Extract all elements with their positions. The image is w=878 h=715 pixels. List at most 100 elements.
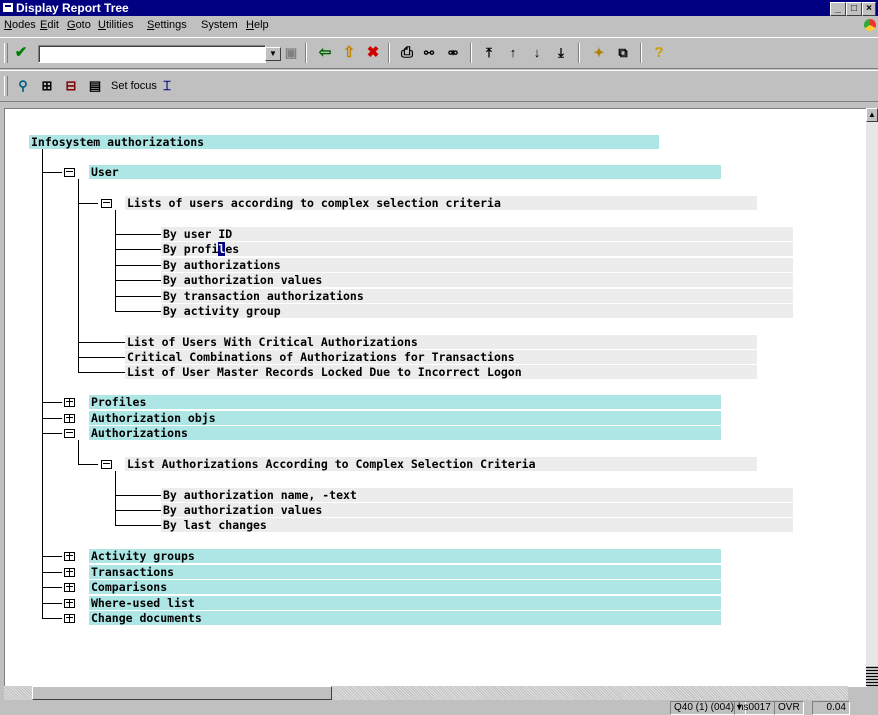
tree-node-critical-combinations[interactable]: Critical Combinations of Authorizations …: [125, 350, 757, 364]
print-icon[interactable]: ⎙: [398, 44, 416, 62]
expand-subtree-icon[interactable]: ⊞: [38, 77, 56, 95]
menu-nodes[interactable]: Nodes: [4, 19, 36, 31]
sap-logo-icon: [864, 19, 876, 31]
folder-open-icon[interactable]: [64, 168, 75, 177]
previous-page-icon[interactable]: ↑: [504, 44, 522, 62]
menu-utilities[interactable]: Utilities: [98, 19, 133, 31]
toolbar-grip[interactable]: [4, 43, 8, 63]
tree-node-by-transaction-authorizations[interactable]: By transaction authorizations: [161, 289, 793, 303]
create-shortcut-icon[interactable]: ⧉: [614, 44, 632, 62]
tree-node-by-authorizations[interactable]: By authorizations: [161, 258, 793, 272]
help-icon[interactable]: ?: [650, 44, 668, 62]
tree-node-by-user-id[interactable]: By user ID: [161, 227, 793, 241]
toolbar-separator: [578, 43, 580, 63]
server-field: hs0017: [734, 701, 775, 715]
save-icon[interactable]: ▣: [282, 44, 300, 62]
tree-node-profiles[interactable]: Profiles: [89, 395, 721, 409]
variants-icon[interactable]: ▤: [86, 77, 104, 95]
collapse-subtree-icon[interactable]: ⊟: [62, 77, 80, 95]
folder-closed-icon[interactable]: [64, 414, 75, 423]
create-session-icon[interactable]: ✦: [590, 44, 608, 62]
last-page-icon[interactable]: ⤓: [552, 44, 570, 62]
maximize-button[interactable]: □: [846, 2, 862, 16]
tree-line: [115, 234, 163, 235]
folder-closed-icon[interactable]: [64, 398, 75, 407]
tree-node-by-activity-group[interactable]: By activity group: [161, 304, 793, 318]
scroll-grip-icon[interactable]: [866, 666, 878, 686]
next-page-icon[interactable]: ↓: [528, 44, 546, 62]
find-next-icon[interactable]: ⚮: [444, 44, 462, 62]
tree-line: [78, 440, 79, 464]
window-title: Display Report Tree: [16, 1, 129, 15]
tree-line: [42, 149, 43, 619]
tree-node-critical-auth[interactable]: List of Users With Critical Authorizatio…: [125, 335, 757, 349]
horizontal-scrollbar[interactable]: [4, 686, 848, 700]
tree-node-comparisons[interactable]: Comparisons: [89, 580, 721, 594]
tree-node-list-auth-complex[interactable]: List Authorizations According to Complex…: [125, 457, 757, 471]
status-bar: Q40 (1) (004) ▾ hs0017 OVR 0.04: [0, 700, 878, 715]
close-window-button[interactable]: ×: [862, 2, 876, 16]
tree-node-by-last-changes[interactable]: By last changes: [161, 518, 793, 532]
exit-icon[interactable]: ⇧: [340, 44, 358, 62]
horizontal-scroll-thumb[interactable]: [32, 686, 332, 700]
sap-window-icon[interactable]: [3, 3, 13, 12]
folder-closed-icon[interactable]: [64, 583, 75, 592]
menu-help[interactable]: Help: [246, 19, 269, 31]
execute-report-icon[interactable]: ⚲: [14, 77, 32, 95]
tree-line: [78, 342, 126, 343]
tree-line: [115, 495, 163, 496]
tree-node-lists-complex[interactable]: Lists of users according to complex sele…: [125, 196, 757, 210]
tree-node-authorization-objs[interactable]: Authorization objs: [89, 411, 721, 425]
folder-closed-icon[interactable]: [64, 614, 75, 623]
menu-utilities-mnemonic: U: [98, 19, 106, 31]
folder-closed-icon[interactable]: [64, 552, 75, 561]
menu-system[interactable]: System: [201, 19, 238, 31]
report-tree[interactable]: Infosystem authorizations User Lists of …: [4, 108, 867, 687]
find-icon[interactable]: ⚯: [420, 44, 438, 62]
tree-node-by-profiles[interactable]: By profiles: [161, 242, 793, 256]
tree-line: [78, 372, 126, 373]
folder-open-icon[interactable]: [101, 460, 112, 469]
tree-line: [42, 433, 62, 434]
set-focus-button[interactable]: Set focus: [111, 80, 157, 92]
toolbar-separator: [640, 43, 642, 63]
window-title-bar[interactable]: Display Report Tree _ □ ×: [0, 0, 878, 16]
vertical-scrollbar[interactable]: ▲: [866, 108, 878, 686]
back-icon[interactable]: ⇦: [316, 44, 334, 62]
tree-node-transactions[interactable]: Transactions: [89, 565, 721, 579]
tree-node-by-auth-values[interactable]: By authorization values: [161, 503, 793, 517]
folder-open-icon[interactable]: [101, 199, 112, 208]
menu-goto-label: oto: [75, 19, 91, 31]
enter-check-icon[interactable]: ✔: [12, 44, 30, 62]
tree-node-locked-users[interactable]: List of User Master Records Locked Due t…: [125, 365, 757, 379]
tree-node-root[interactable]: Infosystem authorizations: [29, 135, 659, 149]
tree-node-user[interactable]: User: [89, 165, 721, 179]
tree-node-change-documents[interactable]: Change documents: [89, 611, 721, 625]
application-toolbar: ⚲ ⊞ ⊟ ▤ Set focus ⌶: [0, 70, 878, 102]
menu-edit[interactable]: Edit: [40, 19, 59, 31]
tree-node-where-used[interactable]: Where-used list: [89, 596, 721, 610]
tree-node-activity-groups[interactable]: Activity groups: [89, 549, 721, 563]
toolbar-grip[interactable]: [4, 76, 8, 96]
insert-mode-field: OVR: [774, 701, 804, 715]
tree-line: [115, 249, 163, 250]
menu-goto[interactable]: Goto: [67, 19, 91, 31]
command-field-dropdown-icon[interactable]: ▼: [265, 47, 281, 61]
tree-node-by-auth-name[interactable]: By authorization name, -text: [161, 488, 793, 502]
first-page-icon[interactable]: ⤒: [480, 44, 498, 62]
tree-line: [115, 525, 163, 526]
command-field[interactable]: ▼: [38, 45, 281, 63]
minimize-button[interactable]: _: [830, 2, 846, 16]
menu-settings-label: ettings: [154, 19, 187, 31]
folder-open-icon[interactable]: [64, 429, 75, 438]
cancel-icon[interactable]: ✖: [364, 44, 382, 62]
scroll-up-icon[interactable]: ▲: [866, 108, 878, 122]
folder-closed-icon[interactable]: [64, 568, 75, 577]
tree-line: [115, 296, 163, 297]
menu-settings[interactable]: Settings: [147, 19, 187, 31]
tree-line: [42, 556, 62, 557]
tree-node-authorizations[interactable]: Authorizations: [89, 426, 721, 440]
position-icon[interactable]: ⌶: [158, 77, 176, 95]
folder-closed-icon[interactable]: [64, 599, 75, 608]
tree-node-by-authorization-values[interactable]: By authorization values: [161, 273, 793, 287]
